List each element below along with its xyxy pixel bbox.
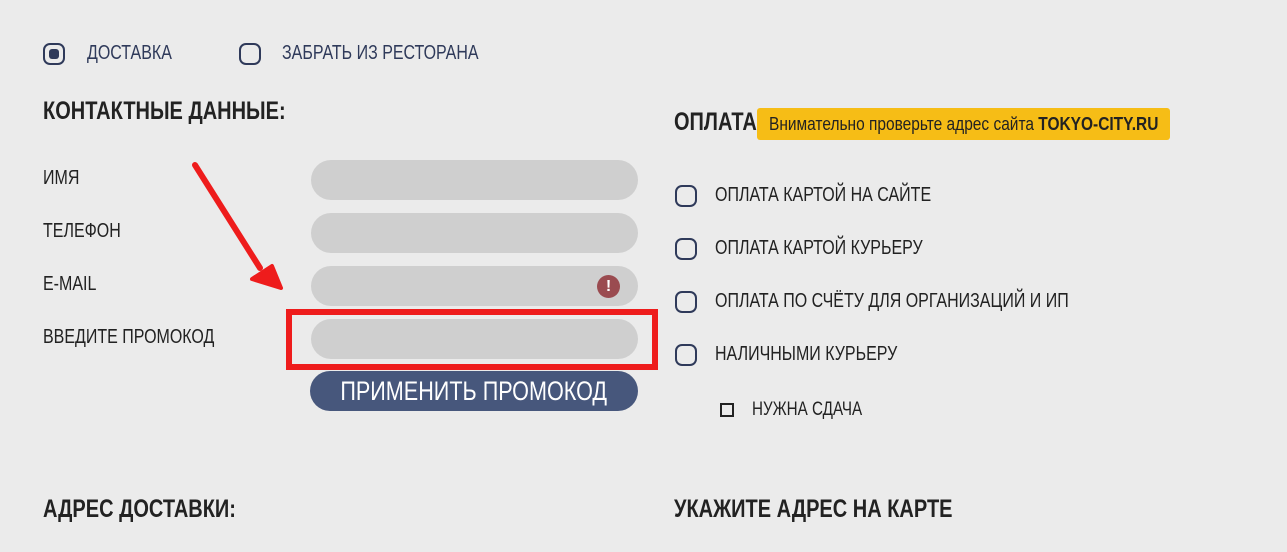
need-change-checkbox[interactable]	[720, 403, 734, 417]
notice-site: TOKYO-CITY.RU	[1038, 113, 1159, 134]
payment-option-card-online[interactable]: ОПЛАТА КАРТОЙ НА САЙТЕ	[675, 184, 985, 207]
payment-option-card-courier[interactable]: ОПЛАТА КАРТОЙ КУРЬЕРУ	[675, 237, 975, 260]
map-address-title: УКАЖИТЕ АДРЕС НА КАРТЕ	[674, 495, 953, 523]
payment-option-invoice[interactable]: ОПЛАТА ПО СЧЁТУ ДЛЯ ОРГАНИЗАЦИЙ И ИП	[675, 290, 1157, 313]
invoice-radio[interactable]	[675, 290, 697, 313]
card-online-radio[interactable]	[675, 184, 697, 207]
notice-text: Внимательно проверьте адрес сайта	[769, 113, 1039, 134]
site-warning-badge: Внимательно проверьте адрес сайта TOKYO-…	[757, 108, 1170, 140]
need-change-option[interactable]: НУЖНА СДАЧА	[720, 399, 890, 421]
cash-radio[interactable]	[675, 343, 697, 366]
delivery-address-title: АДРЕС ДОСТАВКИ:	[43, 495, 236, 523]
payment-option-cash[interactable]: НАЛИЧНЫМИ КУРЬЕРУ	[675, 343, 943, 366]
red-arrow-annotation	[192, 162, 283, 290]
card-courier-radio[interactable]	[675, 237, 697, 260]
